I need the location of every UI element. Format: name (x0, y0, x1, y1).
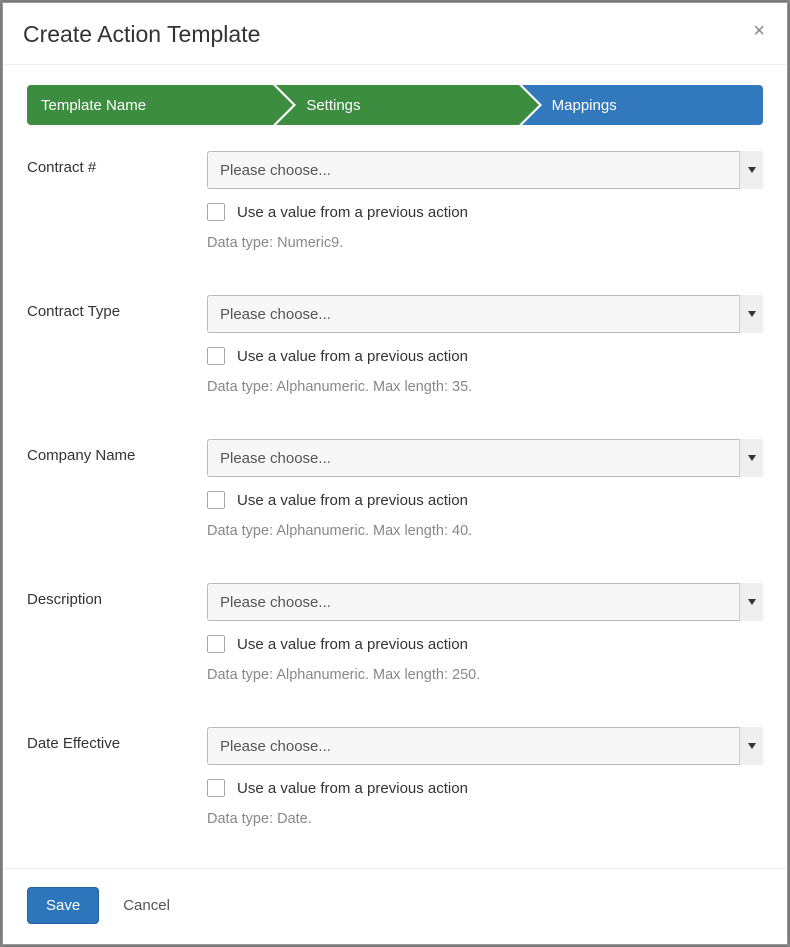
checkbox-label: Use a value from a previous action (237, 204, 468, 221)
checkbox-label: Use a value from a previous action (237, 492, 468, 509)
field-row-description: Description Please choose... Use a value… (27, 583, 763, 683)
field-hint: Data type: Alphanumeric. Max length: 250… (207, 667, 763, 683)
use-previous-action-checkbox[interactable] (207, 491, 225, 509)
select-date-effective[interactable]: Please choose... (207, 727, 763, 765)
modal-body: Template Name Settings Mappings Contract… (3, 65, 787, 868)
use-previous-action-checkbox[interactable] (207, 347, 225, 365)
field-label: Description (27, 583, 207, 608)
close-icon[interactable]: × (751, 21, 767, 41)
select-value: Please choose... (207, 583, 763, 621)
wizard-step-mappings[interactable]: Mappings (518, 85, 763, 125)
field-row-contract-number: Contract # Please choose... Use a value … (27, 151, 763, 251)
modal-title: Create Action Template (23, 21, 260, 48)
select-value: Please choose... (207, 151, 763, 189)
use-previous-action-checkbox[interactable] (207, 779, 225, 797)
select-value: Please choose... (207, 295, 763, 333)
select-description[interactable]: Please choose... (207, 583, 763, 621)
field-label: Company Name (27, 439, 207, 464)
field-label: Date Effective (27, 727, 207, 752)
field-controls: Please choose... Use a value from a prev… (207, 439, 763, 539)
field-row-date-effective: Date Effective Please choose... Use a va… (27, 727, 763, 827)
modal-footer: Save Cancel (3, 868, 787, 944)
wizard-step-template-name[interactable]: Template Name (27, 85, 272, 125)
checkbox-row: Use a value from a previous action (207, 347, 763, 365)
wizard-step-settings[interactable]: Settings (272, 85, 517, 125)
field-hint: Data type: Alphanumeric. Max length: 40. (207, 523, 763, 539)
create-action-template-modal: Create Action Template × Template Name S… (2, 2, 788, 945)
field-row-contract-type: Contract Type Please choose... Use a val… (27, 295, 763, 395)
field-label: Contract Type (27, 295, 207, 320)
select-company-name[interactable]: Please choose... (207, 439, 763, 477)
checkbox-label: Use a value from a previous action (237, 780, 468, 797)
checkbox-label: Use a value from a previous action (237, 636, 468, 653)
field-label: Contract # (27, 151, 207, 176)
field-hint: Data type: Numeric9. (207, 235, 763, 251)
wizard-step-label: Template Name (27, 97, 146, 114)
field-controls: Please choose... Use a value from a prev… (207, 727, 763, 827)
checkbox-row: Use a value from a previous action (207, 203, 763, 221)
checkbox-row: Use a value from a previous action (207, 491, 763, 509)
select-contract-number[interactable]: Please choose... (207, 151, 763, 189)
use-previous-action-checkbox[interactable] (207, 203, 225, 221)
field-hint: Data type: Date. (207, 811, 763, 827)
select-value: Please choose... (207, 727, 763, 765)
field-row-company-name: Company Name Please choose... Use a valu… (27, 439, 763, 539)
select-contract-type[interactable]: Please choose... (207, 295, 763, 333)
wizard-steps: Template Name Settings Mappings (27, 85, 763, 125)
use-previous-action-checkbox[interactable] (207, 635, 225, 653)
field-controls: Please choose... Use a value from a prev… (207, 151, 763, 251)
checkbox-row: Use a value from a previous action (207, 779, 763, 797)
checkbox-row: Use a value from a previous action (207, 635, 763, 653)
modal-header: Create Action Template × (3, 3, 787, 65)
field-controls: Please choose... Use a value from a prev… (207, 295, 763, 395)
select-value: Please choose... (207, 439, 763, 477)
save-button[interactable]: Save (27, 887, 99, 924)
field-controls: Please choose... Use a value from a prev… (207, 583, 763, 683)
checkbox-label: Use a value from a previous action (237, 348, 468, 365)
field-hint: Data type: Alphanumeric. Max length: 35. (207, 379, 763, 395)
cancel-button[interactable]: Cancel (123, 897, 170, 914)
